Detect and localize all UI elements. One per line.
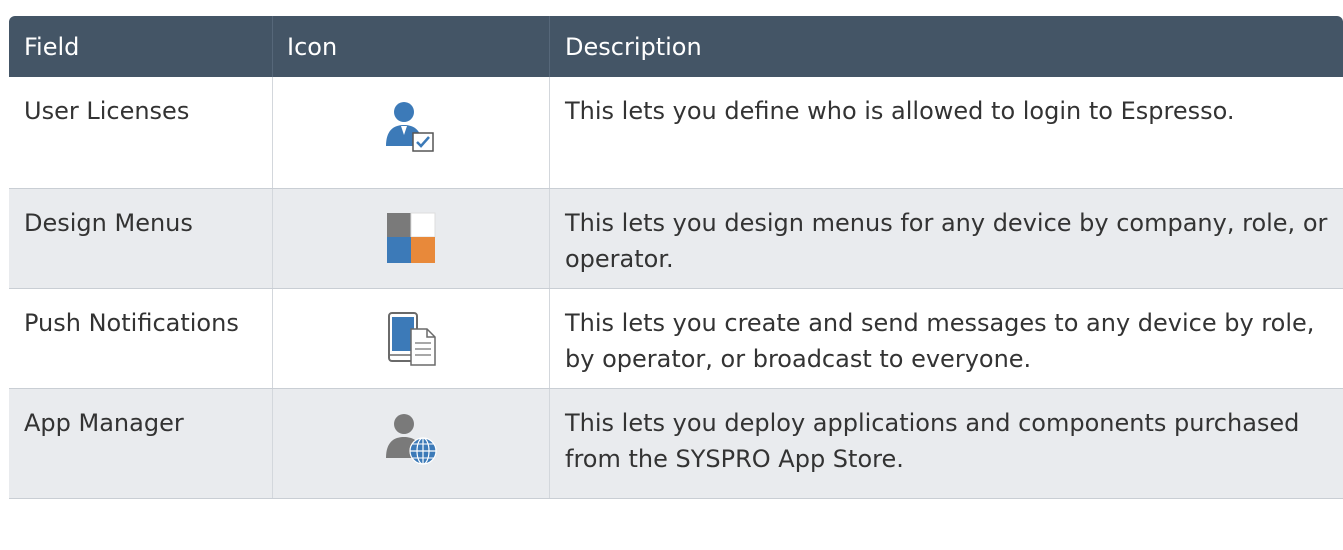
icon-cell (272, 389, 550, 498)
icon-cell (272, 289, 550, 388)
table-header-row: Field Icon Description (9, 16, 1343, 77)
table-row: App Manager This lets you deploy applica… (9, 389, 1343, 499)
icon-cell (272, 77, 550, 188)
mobile-document-icon (383, 311, 439, 367)
user-globe-icon (383, 411, 439, 467)
table-row: User Licenses This lets you define who i… (9, 77, 1343, 189)
tile-grid-icon (383, 211, 439, 267)
description-cell: This lets you deploy applications and co… (565, 409, 1300, 473)
user-check-icon (383, 99, 439, 155)
header-description: Description (565, 32, 702, 61)
field-cell: Design Menus (24, 209, 193, 237)
header-icon: Icon (272, 16, 550, 77)
table-row: Push Notifications This lets you create … (9, 289, 1343, 389)
icon-cell (272, 189, 550, 288)
description-cell: This lets you create and send messages t… (565, 309, 1315, 373)
header-field: Field (24, 32, 80, 61)
table-row: Design Menus This lets you design menus … (9, 189, 1343, 289)
description-cell: This lets you design menus for any devic… (565, 209, 1328, 273)
features-table: Field Icon Description User Licenses Thi… (9, 16, 1343, 499)
field-cell: App Manager (24, 409, 184, 437)
field-cell: User Licenses (24, 97, 190, 125)
description-cell: This lets you define who is allowed to l… (565, 97, 1235, 125)
field-cell: Push Notifications (24, 309, 239, 337)
